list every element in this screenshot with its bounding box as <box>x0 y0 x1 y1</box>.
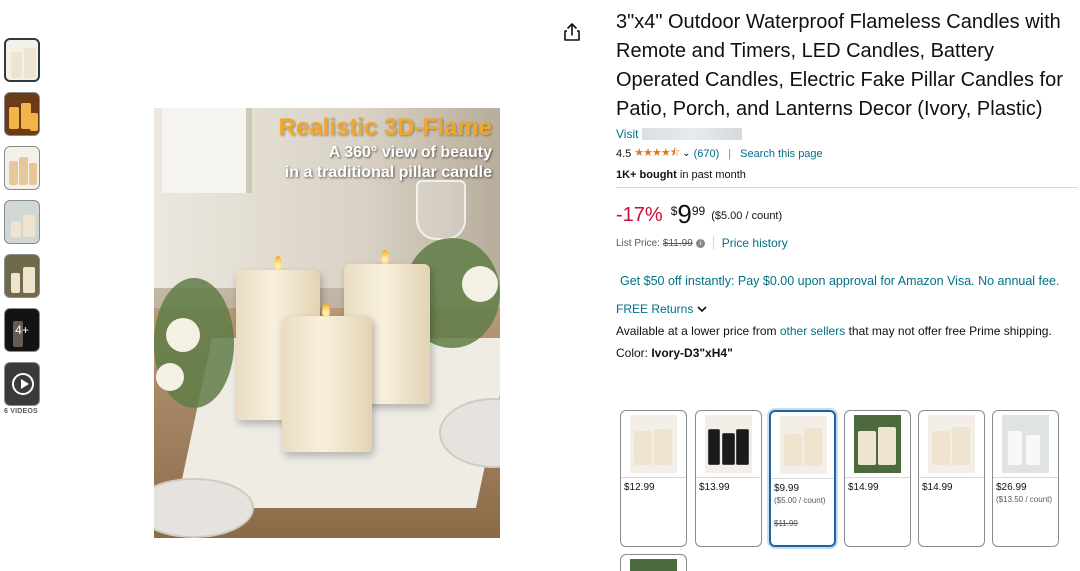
image-headline: Realistic 3D-Flame <box>278 114 492 141</box>
discount-percent: -17% <box>616 204 663 226</box>
swatch-image <box>630 415 677 473</box>
thumbnail-strip: 4+ <box>4 38 40 416</box>
thumbnail-2[interactable] <box>4 92 40 136</box>
swatch-option-5[interactable]: $14.99 <box>918 410 985 547</box>
swatch-option-2[interactable]: $13.99 <box>695 410 762 547</box>
play-icon <box>12 373 34 395</box>
search-this-page-link[interactable]: Search this page <box>740 148 823 160</box>
swatch-unit-price: ($5.00 / count) <box>774 496 826 505</box>
price-fraction: 99 <box>691 204 706 218</box>
review-count-link[interactable]: (670) <box>694 148 720 160</box>
image-flame-front <box>322 303 330 317</box>
swatch-unit-price: ($13.50 / count) <box>996 495 1053 504</box>
image-rose-2 <box>156 363 184 391</box>
swatch-image <box>1002 415 1049 473</box>
info-icon[interactable]: i <box>695 238 705 248</box>
swatch-option-1[interactable]: $12.99 <box>620 410 687 547</box>
rating-value: 4.5 <box>616 147 632 160</box>
bought-in-past-month: 1K+ bought in past month <box>616 169 1076 181</box>
divider <box>616 187 1078 188</box>
image-wine-glass <box>416 180 466 240</box>
image-flame-right <box>381 250 389 264</box>
price-per-count: ($5.00 / count) <box>711 210 783 222</box>
chevron-down-icon <box>697 305 707 312</box>
color-label-prefix: Color: <box>616 346 652 360</box>
product-title: 3"x4" Outdoor Waterproof Flameless Candl… <box>616 11 1063 120</box>
bought-period: in past month <box>676 169 746 181</box>
chevron-down-icon[interactable]: ⌄ <box>682 148 690 159</box>
image-window <box>162 108 252 193</box>
price-row: -17% $ 9 99 ($5.00 / count) <box>616 199 1076 229</box>
swatch-price: $14.99 <box>922 482 953 493</box>
swatch-option-7[interactable] <box>620 554 687 571</box>
swatch-option-6[interactable]: $26.99 ($13.50 / count) <box>992 410 1059 547</box>
thumbnail-4[interactable] <box>4 200 40 244</box>
thumbnail-6[interactable]: 4+ <box>4 308 40 352</box>
price-currency: $ <box>670 204 678 218</box>
share-icon[interactable] <box>563 22 581 42</box>
price-whole: 9 <box>677 199 692 229</box>
vertical-separator <box>712 236 714 250</box>
separator: | <box>728 147 732 160</box>
thumbnail-5[interactable] <box>4 254 40 298</box>
swatch-image <box>705 415 752 473</box>
video-thumbnail[interactable] <box>4 362 40 406</box>
thumbnail-1[interactable] <box>4 38 40 82</box>
videos-count-label: 6 VIDEOS <box>4 408 38 415</box>
list-price-value: $11.99 <box>662 237 693 249</box>
more-images-label: 4+ <box>5 309 39 351</box>
swatch-option-3-selected[interactable]: $9.99 ($5.00 / count) $11.99 <box>769 410 836 547</box>
image-rose-1 <box>166 318 200 352</box>
swatch-price: $9.99 <box>774 483 800 494</box>
blurred-store-name <box>642 128 743 140</box>
image-subline-1: A 360° view of beauty <box>328 144 492 161</box>
free-returns-link[interactable]: FREE Returns <box>616 302 1076 316</box>
swatch-image <box>854 415 901 473</box>
swatch-list-price: $11.99 <box>774 519 798 528</box>
swatch-image <box>780 416 827 474</box>
list-price-row: List Price: $11.99 i Price history <box>616 236 1076 250</box>
thumbnail-3[interactable] <box>4 146 40 190</box>
swatch-price: $14.99 <box>848 482 879 493</box>
swatch-image <box>928 415 975 473</box>
rating-row: 4.5 ★★★★⯪ ⌄ (670) | Search this page <box>616 144 1076 163</box>
swatch-price: $13.99 <box>699 482 730 493</box>
bought-count: 1K+ bought <box>616 169 677 181</box>
visit-label: Visit <box>616 127 639 141</box>
swatch-image <box>630 559 677 571</box>
price-history-link[interactable]: Price history <box>722 236 788 250</box>
color-label: Color: Ivory-D3"xH4" <box>616 346 1076 360</box>
other-sellers-link[interactable]: other sellers <box>780 324 845 338</box>
image-subline-2: in a traditional pillar candle <box>284 164 492 181</box>
product-info: 3"x4" Outdoor Waterproof Flameless Candl… <box>616 8 1078 360</box>
main-product-image[interactable]: Realistic 3D-Flame A 360° view of beauty… <box>154 108 500 538</box>
swatch-price: $26.99 <box>996 482 1027 493</box>
selected-color: Ivory-D3"xH4" <box>651 346 733 360</box>
image-flame-left <box>274 256 282 270</box>
image-rose-3 <box>462 266 498 302</box>
availability-text: Available at a lower price from other se… <box>616 322 1066 340</box>
visa-promo-link[interactable]: Get $50 off instantly: Pay $0.00 upon ap… <box>620 274 1076 288</box>
swatch-price: $12.99 <box>624 482 655 493</box>
swatch-option-4[interactable]: $14.99 <box>844 410 911 547</box>
list-price-label: List Price: <box>616 237 660 249</box>
availability-suffix: that may not offer free Prime shipping. <box>845 324 1052 338</box>
image-candle-front <box>282 316 372 452</box>
free-returns-label: FREE Returns <box>616 302 694 316</box>
visit-store-link[interactable]: Visit <box>616 127 1076 141</box>
availability-prefix: Available at a lower price from <box>616 324 780 338</box>
star-rating-icon[interactable]: ★★★★⯪ <box>634 144 680 163</box>
